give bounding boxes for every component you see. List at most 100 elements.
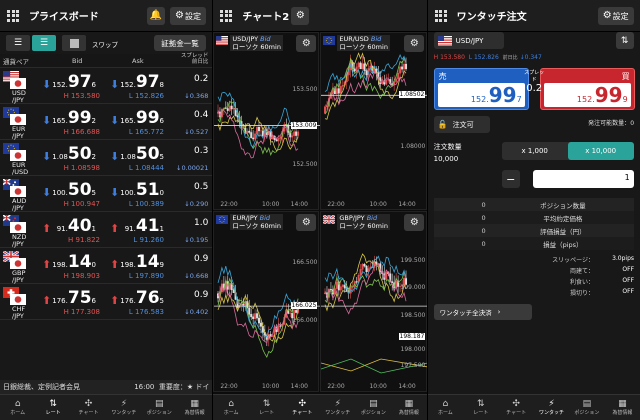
sell-button[interactable]: 売 152.997 bbox=[433, 68, 529, 110]
rate-row[interactable]: GBP/JPY ⬆ 198.140 H 198.903 ⬆ 198.149 L … bbox=[0, 248, 213, 284]
ask-cell[interactable]: ⬆ 91.411 bbox=[108, 214, 170, 236]
col-bid: Bid bbox=[72, 56, 83, 65]
chart-settings-button[interactable]: ⚙ bbox=[404, 214, 425, 231]
rate-row[interactable]: CHF/JPY ⬆ 176.756 H 177.308 ⬆ 176.765 L … bbox=[0, 284, 213, 320]
bid-cell[interactable]: ⬆ 91.401 bbox=[40, 214, 102, 236]
tab-3[interactable]: ⚡ ワンタッチ bbox=[534, 395, 569, 420]
tab-1[interactable]: ⇅ レート bbox=[463, 395, 498, 420]
bid-cell[interactable]: ⬇ 165.992 bbox=[40, 106, 102, 128]
position-stat-row: 0 ポジション数量 bbox=[433, 198, 635, 211]
chart-settings-button[interactable]: ⚙ bbox=[296, 35, 317, 52]
rate-row[interactable]: NZD/JPY ⬆ 91.401 H 91.822 ⬆ 91.411 L 91.… bbox=[0, 212, 213, 248]
tab-1[interactable]: ⇅ レート bbox=[249, 395, 285, 420]
tab-label: レート bbox=[259, 410, 275, 416]
ask-cell[interactable]: ⬇ 1.08505 bbox=[108, 142, 170, 164]
rate-row[interactable]: EUR/USD ⬇ 1.08502 H 1.08598 ⬇ 1.08505 L … bbox=[0, 140, 213, 176]
tab-2[interactable]: ✣ チャート bbox=[71, 395, 106, 420]
bid-cell[interactable]: ⬆ 198.140 bbox=[40, 250, 102, 272]
price-label: 197.500 bbox=[400, 362, 426, 370]
chart-2[interactable]: EUR/JPY Bid ローソク 60min ⚙ 166.500 166.025 166… bbox=[213, 211, 321, 392]
chart-settings-button[interactable]: ⚙ bbox=[404, 35, 425, 52]
ask-cell[interactable]: ⬆ 176.765 bbox=[108, 286, 170, 308]
position-stat-row: 0 評価損益（円） bbox=[433, 224, 635, 237]
tab-0[interactable]: ⌂ ホーム bbox=[213, 395, 249, 420]
list-view-toggle[interactable]: ☰ bbox=[6, 35, 30, 51]
buy-label: 買 bbox=[621, 72, 630, 81]
layout-button[interactable]: ⚙ bbox=[291, 7, 310, 25]
qty-input[interactable]: 1 bbox=[532, 170, 634, 188]
swap-view-toggle[interactable] bbox=[62, 35, 86, 51]
bid-cell[interactable]: ⬇ 152.976 bbox=[40, 70, 102, 92]
jp-flag-icon bbox=[10, 294, 26, 305]
multiplier-1000[interactable]: x 1,000 bbox=[502, 142, 568, 160]
news-ticker[interactable]: 日銀総裁、定例記者会見 16:00 重要度：★ ドイ bbox=[0, 380, 213, 394]
close-all-button[interactable]: ワンタッチ全決済 › bbox=[433, 304, 532, 320]
ask-cell[interactable]: ⬇ 165.996 bbox=[108, 106, 170, 128]
rate-row[interactable]: USD/JPY ⬇ 152.976 H 153.580 ⬇ 152.978 L … bbox=[0, 68, 213, 104]
multiplier-10000[interactable]: x 10,000 bbox=[567, 142, 634, 160]
spread-value: 0.9 bbox=[194, 290, 209, 300]
tab-icon: ⚡ bbox=[334, 399, 341, 409]
spread-value: 0.5 bbox=[194, 182, 209, 192]
settings-button[interactable]: ⚙ 設定 bbox=[170, 7, 206, 25]
menu-grid-icon[interactable] bbox=[7, 9, 19, 22]
tab-2[interactable]: ✣ チャート bbox=[498, 395, 533, 420]
chart-title: EUR/JPY Bid ローソク 60min bbox=[216, 214, 283, 230]
buy-button[interactable]: 買 152.999 bbox=[539, 68, 635, 110]
ask-cell[interactable]: ⬇ 152.978 bbox=[108, 70, 170, 92]
arrow-down-icon: ⬇ bbox=[110, 114, 120, 127]
gb-flag-icon bbox=[323, 215, 336, 224]
bottom-tab-bar: ⌂ ホーム ⇅ レート ✣ チャート ⚡ ワンタッチ ▤ ポジション ▦ 為替情報 bbox=[0, 394, 213, 420]
one-touch-panel: ワンタッチ注文 ⚙ 設定 USD/JPY ⇅ H 153.580 L 152.82… bbox=[427, 0, 640, 420]
tab-icon: ⇅ bbox=[262, 399, 271, 409]
swap-icon bbox=[69, 38, 79, 48]
pair-selector[interactable]: USD/JPY bbox=[433, 32, 504, 49]
ask-cell[interactable]: ⬇ 100.510 bbox=[108, 178, 170, 200]
page-title: チャート2 bbox=[242, 12, 290, 23]
bid-cell[interactable]: ⬆ 176.756 bbox=[40, 286, 102, 308]
qty-decrement-button[interactable]: − bbox=[501, 170, 520, 188]
time-label: 22:00 bbox=[327, 201, 345, 208]
tab-4[interactable]: ▤ ポジション bbox=[142, 395, 177, 420]
tab-4[interactable]: ▤ ポジション bbox=[569, 395, 604, 420]
settings-label: 設定 bbox=[612, 11, 629, 21]
stat-value: 0 bbox=[481, 213, 486, 222]
chart-3[interactable]: GBP/JPY Bid ローソク 60min ⚙ 199.500 199.000 198… bbox=[320, 211, 427, 392]
ask-cell[interactable]: ⬆ 198.149 bbox=[108, 250, 170, 272]
change-value: ↓0.402 bbox=[184, 308, 209, 316]
tab-3[interactable]: ⚡ ワンタッチ bbox=[320, 395, 356, 420]
tab-5[interactable]: ▦ 為替情報 bbox=[605, 395, 640, 420]
bid-high: H 166.688 bbox=[63, 128, 100, 136]
tab-5[interactable]: ▦ 為替情報 bbox=[391, 395, 427, 420]
margin-list-button[interactable]: 証拠金一覧 bbox=[154, 35, 206, 51]
detail-view-toggle[interactable]: ☰ bbox=[32, 35, 56, 51]
sell-price-pip: 7 bbox=[516, 95, 522, 104]
tab-label: ポジション bbox=[360, 410, 386, 416]
tab-5[interactable]: ▦ 為替情報 bbox=[177, 395, 212, 420]
high-value: H 153.580 bbox=[433, 54, 465, 61]
rate-row[interactable]: AUD/JPY ⬇ 100.505 H 100.947 ⬇ 100.510 L … bbox=[0, 176, 213, 212]
bid-cell[interactable]: ⬇ 1.08502 bbox=[40, 142, 102, 164]
order-lock-toggle[interactable]: 🔓 注文可 bbox=[433, 116, 490, 133]
chart-0[interactable]: USD/JPY Bid ローソク 60min ⚙ 153.500 153.009 152… bbox=[213, 32, 321, 210]
bell-button[interactable]: 🔔 bbox=[147, 7, 165, 25]
rate-row[interactable]: EUR/JPY ⬇ 165.992 H 166.688 ⬇ 165.996 L … bbox=[0, 104, 213, 140]
settings-button[interactable]: ⚙ 設定 bbox=[597, 7, 634, 25]
swap-side-button[interactable]: ⇅ bbox=[615, 32, 634, 49]
tab-4[interactable]: ▤ ポジション bbox=[356, 395, 392, 420]
tab-2[interactable]: ✣ チャート bbox=[284, 395, 320, 420]
tab-1[interactable]: ⇅ レート bbox=[35, 395, 70, 420]
bid-cell[interactable]: ⬇ 100.505 bbox=[40, 178, 102, 200]
chart-settings-button[interactable]: ⚙ bbox=[296, 214, 317, 231]
jp-flag-icon bbox=[10, 150, 26, 161]
chart-1[interactable]: EUR/USD Bid ローソク 60min ⚙ 1.08502 1.08000 22:… bbox=[320, 32, 427, 210]
time-label: 10:00 bbox=[262, 201, 280, 208]
tab-0[interactable]: ⌂ ホーム bbox=[0, 395, 35, 420]
tab-3[interactable]: ⚡ ワンタッチ bbox=[106, 395, 141, 420]
ask-low: L 176.583 bbox=[128, 308, 164, 316]
tab-label: ポジション bbox=[574, 410, 600, 416]
menu-grid-icon[interactable] bbox=[434, 9, 447, 22]
us-flag-icon bbox=[216, 36, 229, 45]
tab-0[interactable]: ⌂ ホーム bbox=[428, 395, 463, 420]
menu-grid-icon[interactable] bbox=[220, 9, 233, 22]
